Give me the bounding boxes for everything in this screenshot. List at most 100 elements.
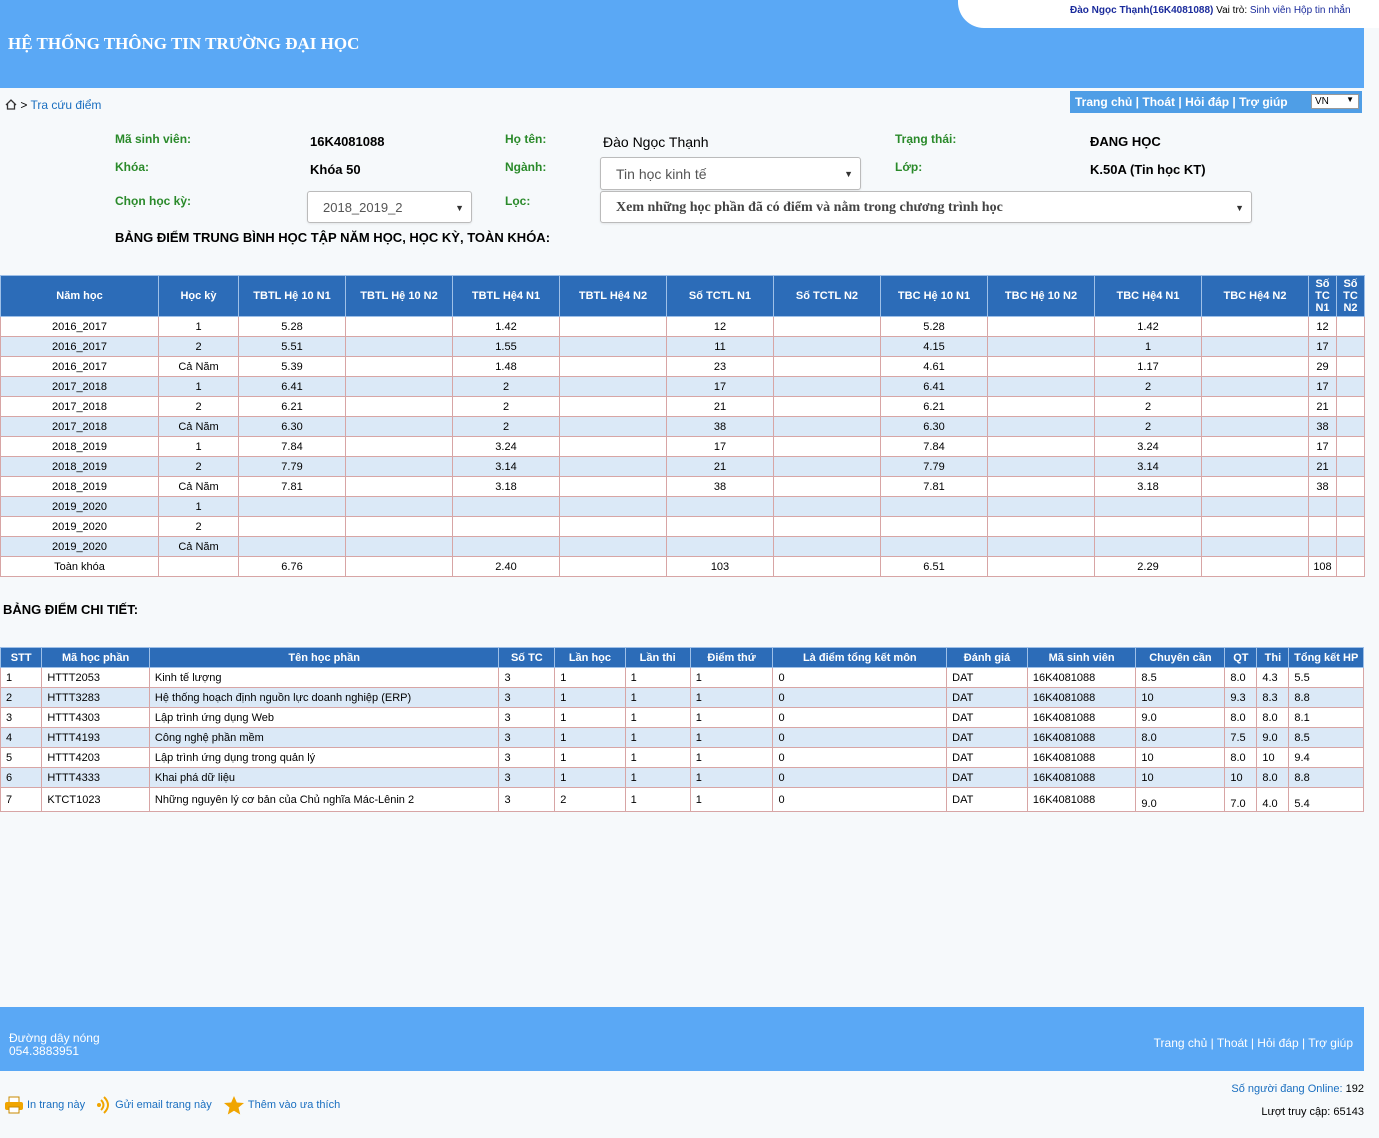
detail-cell: HTTT4203 — [41, 747, 150, 768]
detail-cell: Lập trình ứng dụng Web — [148, 707, 500, 728]
student-id-label: Mã sinh viên: — [115, 132, 192, 146]
summary-header-cell: TBTL Hệ4 N2 — [559, 275, 667, 317]
summary-cell: 7.81 — [238, 476, 346, 497]
summary-header-cell: TBTL Hệ4 N1 — [452, 275, 560, 317]
detail-cell: 7 — [0, 787, 43, 812]
course-value: Khóa 50 — [310, 162, 361, 177]
summary-cell — [987, 336, 1095, 357]
summary-cell — [559, 436, 667, 457]
nav-home-link[interactable]: Trang chủ — [1075, 95, 1132, 109]
summary-cell: 6.30 — [880, 416, 988, 437]
summary-cell: 2 — [452, 396, 560, 417]
detail-cell: 5.4 — [1288, 787, 1364, 812]
summary-cell — [987, 476, 1095, 497]
summary-header-cell: TBC Hệ 10 N1 — [880, 275, 988, 317]
summary-cell: 2018_2019 — [0, 456, 159, 477]
summary-cell: 7.79 — [880, 456, 988, 477]
summary-cell: 38 — [1308, 416, 1337, 437]
detail-cell: 5.5 — [1288, 667, 1364, 688]
nav-help-link[interactable]: Trợ giúp — [1239, 95, 1288, 109]
major-select[interactable]: Tin học kinh tế ▼ — [600, 157, 861, 190]
nav-logout-link[interactable]: Thoát — [1142, 95, 1175, 109]
detail-cell: 4.0 — [1256, 787, 1290, 812]
role-link[interactable]: Sinh viên — [1250, 5, 1291, 16]
summary-cell — [1336, 536, 1365, 557]
summary-cell: 2.29 — [1094, 556, 1202, 577]
name-label: Họ tên: — [505, 132, 547, 146]
summary-cell — [1336, 376, 1365, 397]
summary-cell — [773, 476, 881, 497]
summary-cell — [1336, 516, 1365, 537]
summary-cell — [1308, 516, 1337, 537]
detail-cell: Công nghệ phần mềm — [148, 727, 500, 748]
nav-faq-link[interactable]: Hỏi đáp — [1185, 95, 1229, 109]
detail-cell: 1 — [689, 667, 774, 688]
summary-row: 2018_2019 Cả Năm 7.81 3.18 38 7.81 3.18 38 — [0, 476, 1365, 497]
detail-cell: 9.3 — [1224, 687, 1258, 708]
print-page-link[interactable]: In trang này — [4, 1095, 85, 1115]
summary-cell — [1336, 436, 1365, 457]
detail-cell: 8.5 — [1135, 667, 1226, 688]
chevron-down-icon: ▼ — [1235, 203, 1244, 213]
summary-cell: 2016_2017 — [0, 316, 159, 337]
summary-cell — [773, 316, 881, 337]
summary-cell — [987, 356, 1095, 377]
detail-cell: 10 — [1135, 747, 1226, 768]
detail-cell: 5 — [0, 747, 43, 768]
detail-cell: 8.0 — [1224, 747, 1258, 768]
summary-cell — [345, 436, 453, 457]
summary-cell: 2017_2018 — [0, 396, 159, 417]
student-id-value: 16K4081088 — [310, 134, 385, 149]
footer-links[interactable]: Trang chủ | Thoát | Hỏi đáp | Trợ giúp — [1154, 1036, 1353, 1050]
summary-cell — [1201, 416, 1309, 437]
summary-cell — [987, 556, 1095, 577]
summary-cell — [1094, 516, 1202, 537]
detail-cell: 7.5 — [1224, 727, 1258, 748]
summary-cell — [1336, 496, 1365, 517]
detail-header-cell: QT — [1224, 647, 1258, 668]
detail-cell: 1 — [0, 667, 43, 688]
summary-cell — [773, 356, 881, 377]
inbox-link[interactable]: Hộp tin nhắn — [1294, 5, 1351, 16]
summary-cell — [1336, 476, 1365, 497]
summary-cell: 2 — [158, 516, 239, 537]
summary-cell — [345, 316, 453, 337]
summary-cell: 6.41 — [238, 376, 346, 397]
breadcrumb-current[interactable]: Tra cứu điểm — [30, 98, 101, 112]
detail-cell: 4.3 — [1256, 667, 1290, 688]
summary-cell: 21 — [1308, 396, 1337, 417]
semester-select[interactable]: 2018_2019_2 ▼ — [307, 191, 472, 223]
summary-cell — [345, 336, 453, 357]
detail-cell: 16K4081088 — [1026, 747, 1137, 768]
bottom-tools: In trang này Gửi email trang này Thêm và… — [4, 1095, 348, 1118]
summary-header-cell: TBTL Hệ 10 N1 — [238, 275, 346, 317]
summary-cell: 1.42 — [1094, 316, 1202, 337]
summary-cell — [1336, 556, 1365, 577]
summary-cell: 2019_2020 — [0, 536, 159, 557]
summary-cell: 6.41 — [880, 376, 988, 397]
summary-cell — [345, 536, 453, 557]
summary-cell — [559, 356, 667, 377]
home-icon[interactable] — [5, 99, 17, 110]
summary-cell: 1 — [158, 436, 239, 457]
summary-cell: 3.24 — [452, 436, 560, 457]
add-favorite-link[interactable]: Thêm vào ưa thích — [223, 1095, 340, 1115]
summary-row: 2016_2017 Cả Năm 5.39 1.48 23 4.61 1.17 29 — [0, 356, 1365, 377]
detail-cell: 3 — [0, 707, 43, 728]
filter-select[interactable]: Xem những học phần đã có điểm và nằm tro… — [600, 191, 1252, 223]
email-page-link[interactable]: Gửi email trang này — [96, 1095, 212, 1115]
summary-cell — [238, 536, 346, 557]
detail-row: 5 HTTT4203 Lập trình ứng dụng trong quản l… — [0, 747, 1364, 768]
language-select[interactable]: VN ▼ — [1311, 94, 1359, 109]
summary-cell — [1201, 536, 1309, 557]
summary-row: 2018_2019 2 7.79 3.14 21 7.79 3.14 21 — [0, 456, 1365, 477]
summary-row: 2016_2017 1 5.28 1.42 12 5.28 1.42 12 — [0, 316, 1365, 337]
summary-cell: 1.17 — [1094, 356, 1202, 377]
detail-table: STT Mã học phần Tên học phần Số TC Lần học Lầ… — [0, 647, 1364, 812]
hotline: Đường dây nóng 054.3883951 — [9, 1032, 100, 1058]
summary-cell: 6.76 — [238, 556, 346, 577]
detail-cell: 3 — [498, 727, 556, 748]
detail-cell: 16K4081088 — [1026, 787, 1137, 812]
detail-cell: DAT — [946, 707, 1028, 728]
detail-row: 3 HTTT4303 Lập trình ứng dụng Web 3 1 1 1 0 DAT 1… — [0, 707, 1364, 728]
